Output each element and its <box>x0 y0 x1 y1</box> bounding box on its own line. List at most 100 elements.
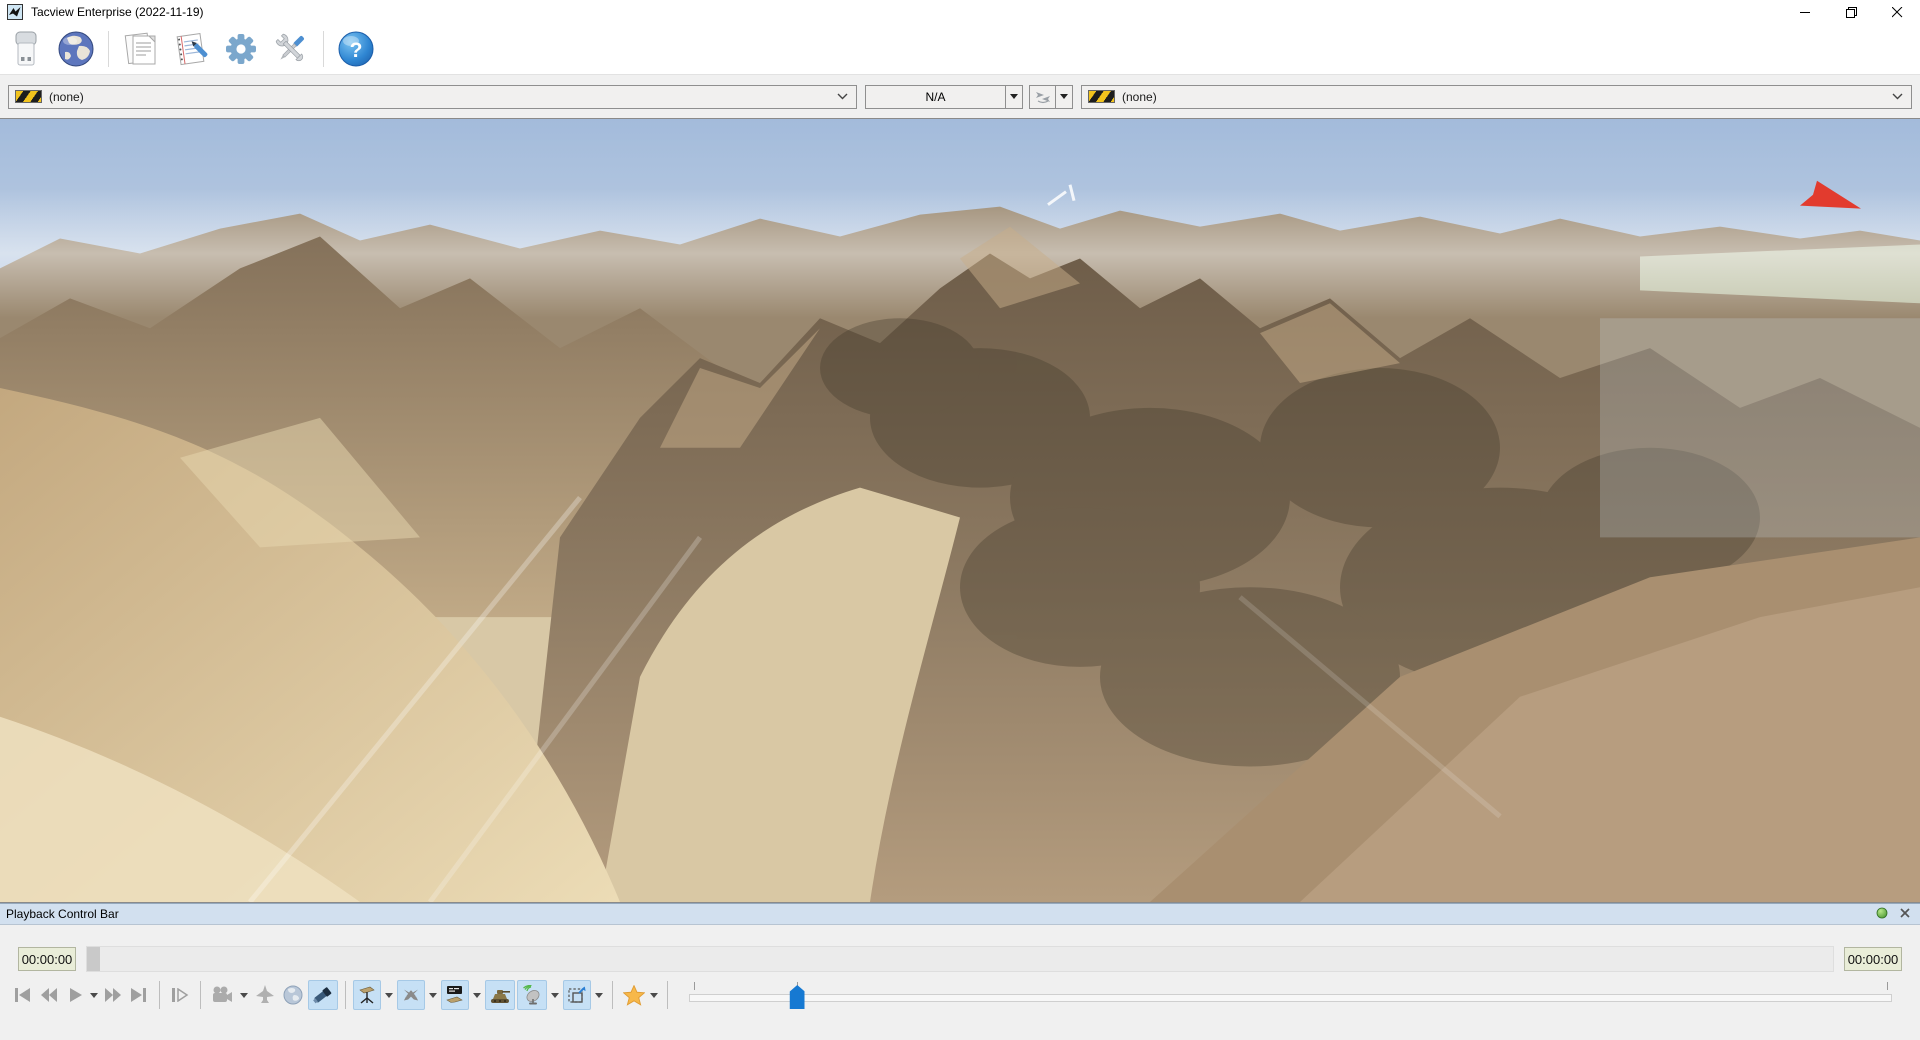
chevron-down-icon <box>837 93 848 100</box>
speed-slider-handle[interactable] <box>789 985 805 1009</box>
swap-objects-button[interactable] <box>1029 84 1056 109</box>
controls-separator <box>612 981 613 1009</box>
close-icon <box>1900 908 1910 918</box>
play-icon <box>69 988 82 1002</box>
swap-objects-menu-button[interactable] <box>1056 84 1073 109</box>
show-ground-objects-button[interactable] <box>485 980 515 1010</box>
hazard-stripes-icon <box>1088 90 1115 103</box>
crossed-aircraft-icon <box>403 989 419 1001</box>
fast-forward-button[interactable] <box>100 980 126 1010</box>
play-menu-caret-icon[interactable] <box>90 992 98 998</box>
fast-forward-icon <box>105 988 121 1002</box>
step-forward-icon <box>172 988 189 1002</box>
selection-bar: (none) N/A (none) <box>0 74 1920 118</box>
controls-separator <box>200 981 201 1009</box>
rewind-icon <box>41 988 57 1002</box>
controls-separator <box>667 981 668 1009</box>
window-controls <box>1782 0 1920 24</box>
skip-to-end-icon <box>131 988 146 1002</box>
terrain-3d-viewport[interactable] <box>0 118 1920 903</box>
terrain-scene <box>0 119 1920 902</box>
close-icon <box>1891 6 1902 17</box>
bookmarks-caret-icon[interactable] <box>650 992 658 998</box>
telemetry-combo[interactable]: N/A <box>865 84 1023 109</box>
end-time-field[interactable]: 00:00:00 <box>1844 947 1902 971</box>
online-button[interactable] <box>56 28 96 70</box>
chevron-down-icon <box>1892 93 1903 100</box>
controls-separator <box>159 981 160 1009</box>
viewport-frame-button[interactable] <box>563 980 591 1010</box>
swap-objects-split-button <box>1029 84 1073 109</box>
camera-icon <box>213 986 232 1002</box>
star-icon <box>623 984 645 1006</box>
dropdown-arrow-icon <box>1005 85 1022 108</box>
radar-dish-icon <box>523 985 540 1005</box>
playback-controls-row <box>10 977 1910 1013</box>
display-toggle-group <box>353 980 605 1010</box>
controls-separator <box>345 981 346 1009</box>
jet-icon <box>256 985 274 1003</box>
show-labels-button[interactable] <box>441 980 469 1010</box>
world-view-button[interactable] <box>280 980 306 1010</box>
import-device-button[interactable] <box>6 28 46 70</box>
skip-to-start-icon <box>15 988 30 1002</box>
notes-button[interactable] <box>171 28 211 70</box>
slider-tick <box>1887 982 1889 990</box>
show-objects-caret-icon[interactable] <box>385 992 393 998</box>
two-aircraft-icon <box>1035 91 1050 103</box>
cockpit-view-button[interactable] <box>252 980 278 1010</box>
hazard-stripes-icon <box>15 90 42 103</box>
play-button[interactable] <box>62 980 88 1010</box>
show-sensors-button[interactable] <box>517 980 547 1010</box>
secondary-object-combo[interactable]: (none) <box>1081 84 1912 109</box>
minimize-button[interactable] <box>1782 0 1828 24</box>
skip-to-end-button[interactable] <box>126 980 152 1010</box>
globe-icon <box>58 31 94 67</box>
tools-icon <box>275 33 304 62</box>
aircraft-billboard-icon <box>446 986 463 1003</box>
panel-pin-button[interactable] <box>1876 907 1888 922</box>
flight-log-button[interactable] <box>121 28 161 70</box>
documents-icon <box>124 32 156 65</box>
help-button[interactable]: ? <box>336 28 376 70</box>
binoculars-view-button[interactable] <box>308 980 338 1010</box>
show-trails-caret-icon[interactable] <box>429 992 437 998</box>
show-labels-caret-icon[interactable] <box>473 992 481 998</box>
camera-menu-caret-icon[interactable] <box>240 992 248 998</box>
speed-slider-groove[interactable] <box>689 994 1892 1002</box>
bookmarks-button[interactable] <box>620 980 648 1010</box>
playback-panel-header: Playback Control Bar <box>0 903 1920 925</box>
tank-icon <box>491 990 510 1003</box>
time-range-handle[interactable] <box>87 947 100 971</box>
secondary-object-value: (none) <box>1122 89 1157 104</box>
toolbar-separator <box>108 31 109 67</box>
rewind-button[interactable] <box>36 980 62 1010</box>
skip-to-start-button[interactable] <box>10 980 36 1010</box>
show-trails-button[interactable] <box>397 980 425 1010</box>
camera-view-group <box>208 980 338 1010</box>
minimize-icon <box>1799 11 1810 13</box>
show-sensors-caret-icon[interactable] <box>551 992 559 998</box>
step-forward-button[interactable] <box>167 980 193 1010</box>
playback-panel-title: Playback Control Bar <box>6 907 119 921</box>
spyglass-icon <box>313 987 332 1004</box>
advanced-tools-button[interactable] <box>271 28 311 70</box>
speed-slider[interactable] <box>689 979 1892 1011</box>
globe-icon <box>283 985 303 1005</box>
viewport-frame-caret-icon[interactable] <box>595 992 603 998</box>
app-window: Tacview Enterprise (2022-11-19) ? (none)… <box>0 0 1920 1040</box>
settings-button[interactable] <box>221 28 261 70</box>
close-button[interactable] <box>1874 0 1920 24</box>
notepad-pen-icon <box>176 33 208 66</box>
title-bar: Tacview Enterprise (2022-11-19) <box>0 0 1920 24</box>
show-objects-button[interactable] <box>353 980 381 1010</box>
start-time-field[interactable]: 00:00:00 <box>18 947 76 971</box>
primary-object-combo[interactable]: (none) <box>8 84 857 109</box>
camera-view-button[interactable] <box>208 980 236 1010</box>
primary-object-value: (none) <box>49 89 84 104</box>
restore-button[interactable] <box>1828 0 1874 24</box>
panel-close-button[interactable] <box>1900 907 1910 921</box>
time-range-track[interactable] <box>86 946 1834 972</box>
question-glyph: ? <box>350 39 363 62</box>
slider-tick <box>693 982 695 990</box>
